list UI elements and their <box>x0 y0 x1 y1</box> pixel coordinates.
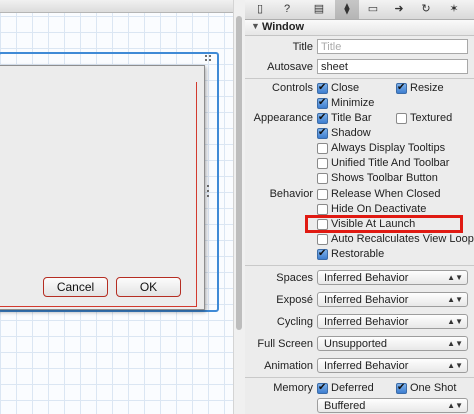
unified-title-toolbar-checkbox-label: Unified Title And Toolbar <box>331 157 450 169</box>
section-title: Window <box>262 21 305 33</box>
textured-checkbox[interactable] <box>396 113 407 124</box>
title-bar-checkbox-label: Title Bar <box>331 112 372 124</box>
deferred-checkbox-label: Deferred <box>331 382 374 394</box>
shows-toolbar-button-checkbox-label: Shows Toolbar Button <box>331 172 438 184</box>
resize-handle[interactable] <box>207 195 209 197</box>
effects-icon[interactable]: ✶ <box>445 2 463 17</box>
spaces-popup[interactable]: Inferred Behavior ▲▼ <box>317 270 468 285</box>
attributes-icon[interactable]: ⧫ <box>338 2 356 17</box>
close-checkbox-label: Close <box>331 82 360 94</box>
minimize-checkbox[interactable] <box>317 97 328 109</box>
spaces-popup-value: Inferred Behavior <box>324 272 409 284</box>
resize-handle[interactable] <box>207 190 209 192</box>
design-canvas[interactable]: Cancel OK <box>0 0 233 414</box>
auto-recalculates-checkbox[interactable] <box>317 234 328 245</box>
cycling-popup[interactable]: Inferred Behavior ▲▼ <box>317 314 468 329</box>
one-shot-checkbox[interactable] <box>396 382 407 394</box>
controls-label: Controls <box>272 82 313 94</box>
title-field[interactable]: Title <box>317 39 468 54</box>
resize-handle[interactable] <box>209 55 211 57</box>
sheet-preview[interactable] <box>0 82 197 307</box>
release-when-closed-checkbox[interactable] <box>317 189 328 200</box>
minimize-checkbox-label: Minimize <box>331 97 375 109</box>
shows-toolbar-button-checkbox[interactable] <box>317 173 328 184</box>
memory-backing-popup[interactable]: Buffered ▲▼ <box>317 398 468 413</box>
appearance-label: Appearance <box>253 112 313 124</box>
shadow-checkbox-label: Shadow <box>331 127 371 139</box>
divider <box>245 377 474 378</box>
expose-label: Exposé <box>276 294 313 306</box>
behavior-label: Behavior <box>269 188 313 200</box>
full-screen-popup-value: Unsupported <box>324 338 387 350</box>
popup-arrows-icon: ▲▼ <box>447 401 463 410</box>
popup-arrows-icon: ▲▼ <box>447 317 463 326</box>
resize-handle[interactable] <box>207 185 209 187</box>
connections-icon[interactable]: ➜ <box>390 2 408 17</box>
textured-checkbox-label: Textured <box>410 112 453 124</box>
close-checkbox[interactable] <box>317 82 328 94</box>
one-shot-checkbox-label: One Shot <box>410 382 457 394</box>
popup-arrows-icon: ▲▼ <box>447 273 463 282</box>
inspector-toolbar: ▯ ? ▤ ⧫ ▭ ➜ ↻ ✶ <box>245 0 474 20</box>
title-bar-checkbox[interactable] <box>317 112 328 124</box>
resize-handle[interactable] <box>209 59 211 61</box>
animation-popup[interactable]: Inferred Behavior ▲▼ <box>317 358 468 373</box>
divider <box>245 265 474 266</box>
help-icon[interactable]: ? <box>278 2 296 17</box>
animation-label: Animation <box>264 360 313 372</box>
release-when-closed-checkbox-label: Release When Closed <box>331 188 441 200</box>
cycling-popup-value: Inferred Behavior <box>324 316 409 328</box>
full-screen-popup[interactable]: Unsupported ▲▼ <box>317 336 468 351</box>
deferred-checkbox[interactable] <box>317 382 328 394</box>
identity-icon[interactable]: ▤ <box>310 2 328 17</box>
autosave-label: Autosave <box>267 61 313 73</box>
popup-arrows-icon: ▲▼ <box>447 339 463 348</box>
file-icon[interactable]: ▯ <box>251 2 269 17</box>
restorable-checkbox[interactable] <box>317 248 328 260</box>
animation-popup-value: Inferred Behavior <box>324 360 409 372</box>
cancel-button[interactable]: Cancel <box>43 277 108 297</box>
resize-checkbox[interactable] <box>396 82 407 94</box>
window-section-header[interactable]: ▼ Window <box>245 20 474 36</box>
always-tooltips-checkbox-label: Always Display Tooltips <box>331 142 446 154</box>
visible-at-launch-highlight <box>305 215 463 233</box>
shadow-checkbox[interactable] <box>317 127 328 139</box>
canvas-top-bar <box>0 0 233 13</box>
resize-checkbox-label: Resize <box>410 82 444 94</box>
restorable-checkbox-label: Restorable <box>331 248 385 260</box>
hide-on-deactivate-checkbox[interactable] <box>317 204 328 215</box>
attributes-inspector: ▯ ? ▤ ⧫ ▭ ➜ ↻ ✶ ▼ Window Title Title Aut… <box>245 0 474 414</box>
disclosure-triangle-icon[interactable]: ▼ <box>251 21 260 31</box>
ruler-icon[interactable]: ▭ <box>364 2 382 17</box>
cycling-label: Cycling <box>276 316 313 328</box>
spaces-label: Spaces <box>276 272 313 284</box>
memory-backing-popup-value: Buffered <box>324 400 366 412</box>
hide-on-deactivate-checkbox-label: Hide On Deactivate <box>331 203 427 215</box>
full-screen-label: Full Screen <box>257 338 313 350</box>
expose-popup-value: Inferred Behavior <box>324 294 409 306</box>
title-label: Title <box>292 41 313 53</box>
resize-handle[interactable] <box>205 55 207 57</box>
auto-recalculates-checkbox-label: Auto Recalculates View Loop <box>331 233 474 245</box>
memory-label: Memory <box>273 382 313 394</box>
always-tooltips-checkbox[interactable] <box>317 143 328 154</box>
scrollbar-thumb[interactable] <box>236 16 242 330</box>
divider <box>245 78 474 79</box>
popup-arrows-icon: ▲▼ <box>447 295 463 304</box>
expose-popup[interactable]: Inferred Behavior ▲▼ <box>317 292 468 307</box>
unified-title-toolbar-checkbox[interactable] <box>317 158 328 169</box>
ok-button[interactable]: OK <box>116 277 181 297</box>
resize-handle[interactable] <box>205 59 207 61</box>
autosave-field[interactable]: sheet <box>317 59 468 74</box>
bindings-icon[interactable]: ↻ <box>417 2 435 17</box>
popup-arrows-icon: ▲▼ <box>447 361 463 370</box>
